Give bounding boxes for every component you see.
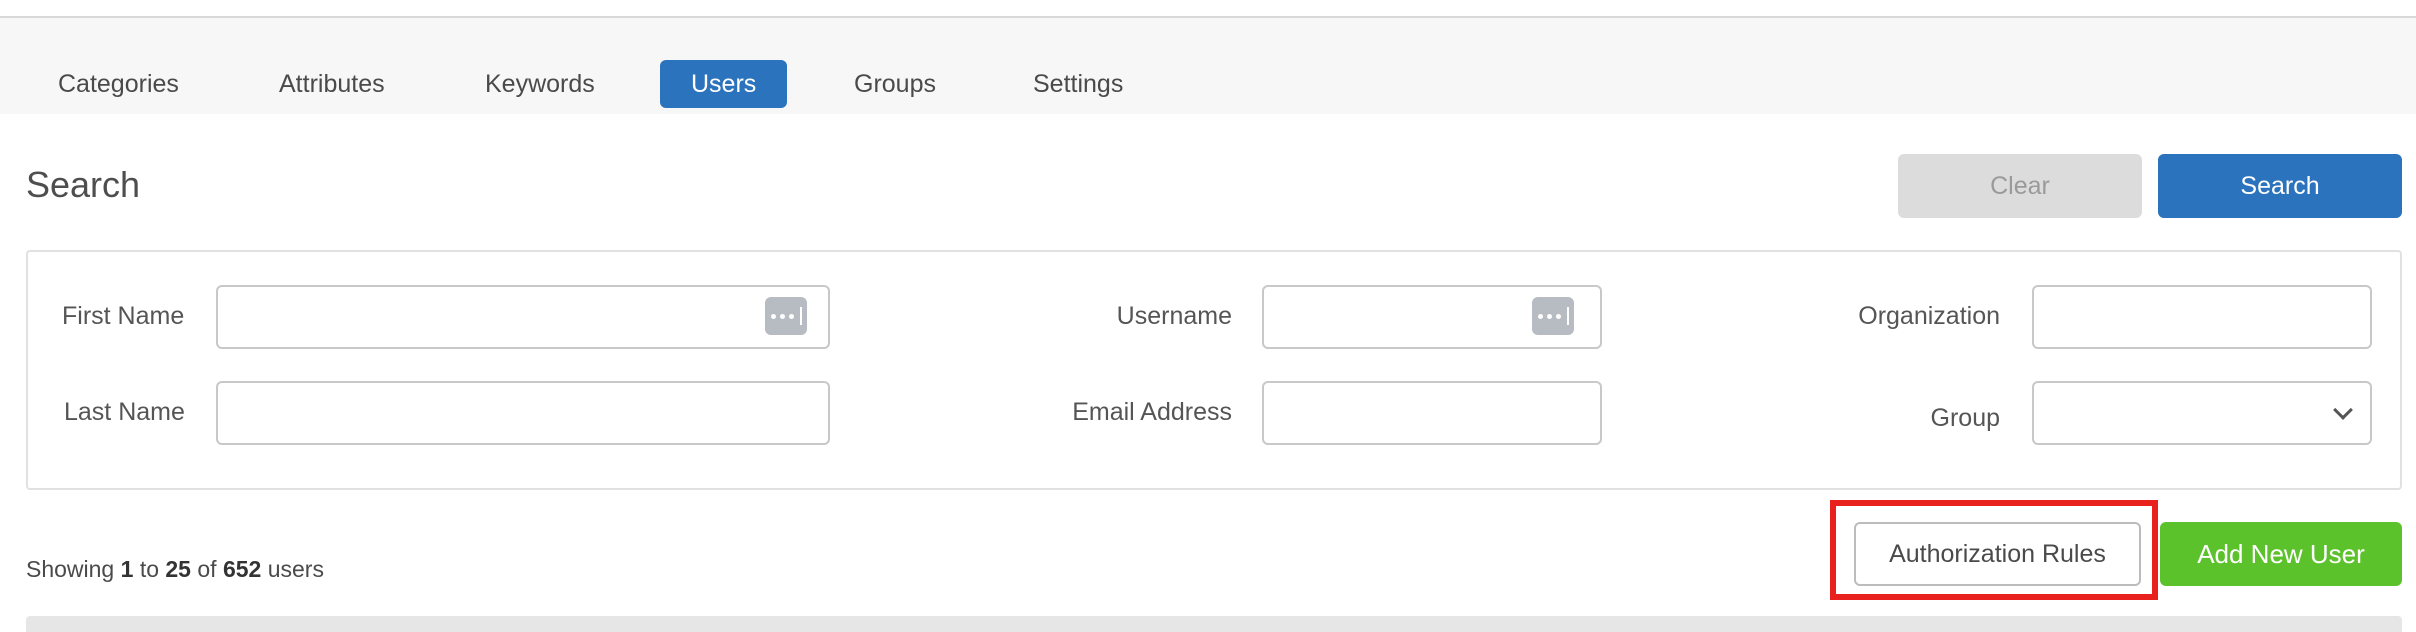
username-label: Username <box>1116 302 1232 330</box>
results-to: 25 <box>165 556 191 582</box>
chevron-down-icon <box>2333 400 2353 420</box>
clear-button[interactable]: Clear <box>1898 154 2142 218</box>
tab-groups[interactable]: Groups <box>823 60 967 108</box>
organization-label: Organization <box>1858 302 2000 330</box>
last-name-label: Last Name <box>64 398 185 426</box>
password-manager-icon[interactable] <box>1532 297 1574 335</box>
first-name-field[interactable] <box>216 285 830 349</box>
search-button[interactable]: Search <box>2158 154 2402 218</box>
group-select[interactable] <box>2032 381 2372 445</box>
email-address-field[interactable] <box>1262 381 1602 445</box>
organization-field[interactable] <box>2032 285 2372 349</box>
username-field[interactable] <box>1262 285 1602 349</box>
password-manager-icon[interactable] <box>765 297 807 335</box>
tab-users[interactable]: Users <box>660 60 788 108</box>
authorization-rules-button[interactable]: Authorization Rules <box>1854 522 2141 586</box>
tab-categories[interactable]: Categories <box>27 60 210 108</box>
results-suffix: users <box>267 556 324 582</box>
tab-settings[interactable]: Settings <box>1002 60 1154 108</box>
page-title: Search <box>26 164 141 205</box>
results-table-header <box>26 616 2402 632</box>
results-to-word: to <box>139 556 159 582</box>
results-total: 652 <box>222 556 262 582</box>
results-from: 1 <box>120 556 134 582</box>
tab-attributes[interactable]: Attributes <box>248 60 416 108</box>
first-name-label: First Name <box>62 302 185 330</box>
search-panel: First Name Last Name Username Email Addr… <box>26 250 2402 490</box>
results-prefix: Showing <box>26 556 115 582</box>
last-name-field[interactable] <box>216 381 830 445</box>
tab-keywords[interactable]: Keywords <box>454 60 626 108</box>
results-summary: Showing 1 to 25 of 652 users <box>26 556 324 583</box>
email-address-label: Email Address <box>1072 398 1232 426</box>
tab-bar: Categories Attributes Keywords Users Gro… <box>0 18 2416 114</box>
results-of-word: of <box>197 556 217 582</box>
add-new-user-button[interactable]: Add New User <box>2160 522 2402 586</box>
group-label: Group <box>1930 404 2000 432</box>
